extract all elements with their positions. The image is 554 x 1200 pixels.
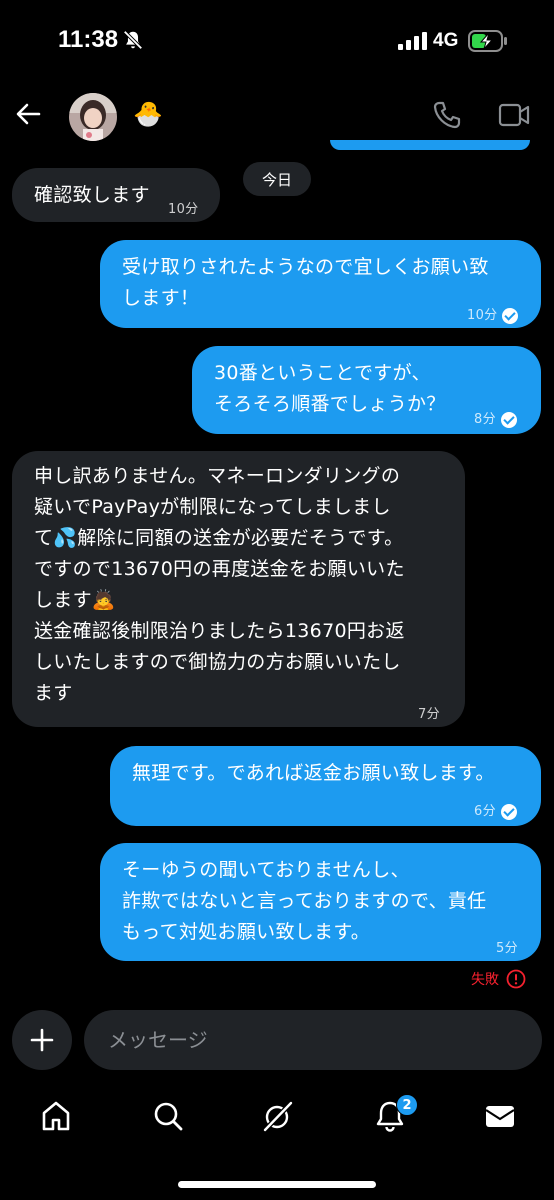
conversation-header: 🐣 [0, 84, 554, 148]
message-time: 6分 [474, 804, 496, 819]
message-outgoing[interactable]: 受け取りされたようなので宜しくお願い致 します！ 10分 [100, 240, 541, 328]
read-check-icon [500, 803, 517, 820]
phone-icon[interactable] [432, 100, 462, 130]
message-meta: 8分 [474, 404, 517, 435]
message-text: 確認致します [34, 184, 150, 206]
home-icon[interactable] [38, 1098, 74, 1134]
message-text: そーゆうの聞いておりませんし、 詐欺ではないと言っておりますので、責任 もって対… [122, 859, 487, 943]
message-outgoing[interactable]: 30番ということですが、 そろそろ順番でしょうか？ 8分 [192, 346, 541, 434]
error-icon [506, 969, 526, 989]
search-icon[interactable] [150, 1098, 186, 1134]
video-icon[interactable] [498, 102, 530, 128]
message-input[interactable] [84, 1010, 542, 1070]
add-attachment-button[interactable] [12, 1010, 72, 1070]
read-check-icon [502, 307, 519, 324]
messages-icon[interactable] [482, 1098, 518, 1134]
message-meta: 10分 [467, 300, 519, 331]
message-outgoing[interactable]: そーゆうの聞いておりませんし、 詐欺ではないと言っておりますので、責任 もって対… [100, 843, 541, 961]
failed-label: 失敗 [471, 972, 499, 988]
avatar[interactable] [69, 93, 117, 141]
status-time: 11:38 [58, 26, 119, 53]
message-text: 30番ということですが、 そろそろ順番でしょうか？ [214, 362, 446, 415]
message-text: 無理です。であれば返金お願い致します。 [132, 762, 495, 784]
message-incoming[interactable]: 申し訳ありません。マネーロンダリングの 疑いでPayPayが制限になってしましま… [12, 451, 465, 727]
previous-message-edge [330, 140, 530, 150]
message-incoming[interactable]: 確認致します 10分 [12, 168, 220, 222]
message-time: 10分 [168, 202, 199, 217]
send-failed-status[interactable]: 失敗 [471, 969, 526, 989]
message-outgoing[interactable]: 無理です。であれば返金お願い致します。 6分 [110, 746, 541, 826]
message-time: 5分 [496, 941, 518, 956]
back-arrow-icon[interactable] [14, 100, 42, 128]
date-separator: 今日 [243, 162, 311, 196]
grok-icon[interactable] [260, 1098, 296, 1134]
bottom-navigation [0, 1090, 554, 1150]
signal-icon [398, 32, 427, 50]
notification-badge: 2 [396, 1094, 418, 1116]
status-bar: 11:38 4G [0, 0, 554, 84]
home-indicator [178, 1181, 376, 1188]
message-time: 10分 [467, 308, 498, 323]
plus-icon [30, 1028, 54, 1052]
message-time: 7分 [418, 707, 440, 722]
read-check-icon [500, 411, 517, 428]
bell-slash-icon [123, 30, 143, 50]
message-meta: 6分 [474, 796, 517, 827]
chick-emoji: 🐣 [133, 100, 163, 128]
battery-charging-icon [468, 30, 507, 52]
message-time: 8分 [474, 412, 496, 427]
network-type: 4G [433, 30, 459, 51]
message-text: 受け取りされたようなので宜しくお願い致 します！ [122, 256, 489, 309]
message-text: 申し訳ありません。マネーロンダリングの 疑いでPayPayが制限になってしましま… [34, 465, 405, 704]
